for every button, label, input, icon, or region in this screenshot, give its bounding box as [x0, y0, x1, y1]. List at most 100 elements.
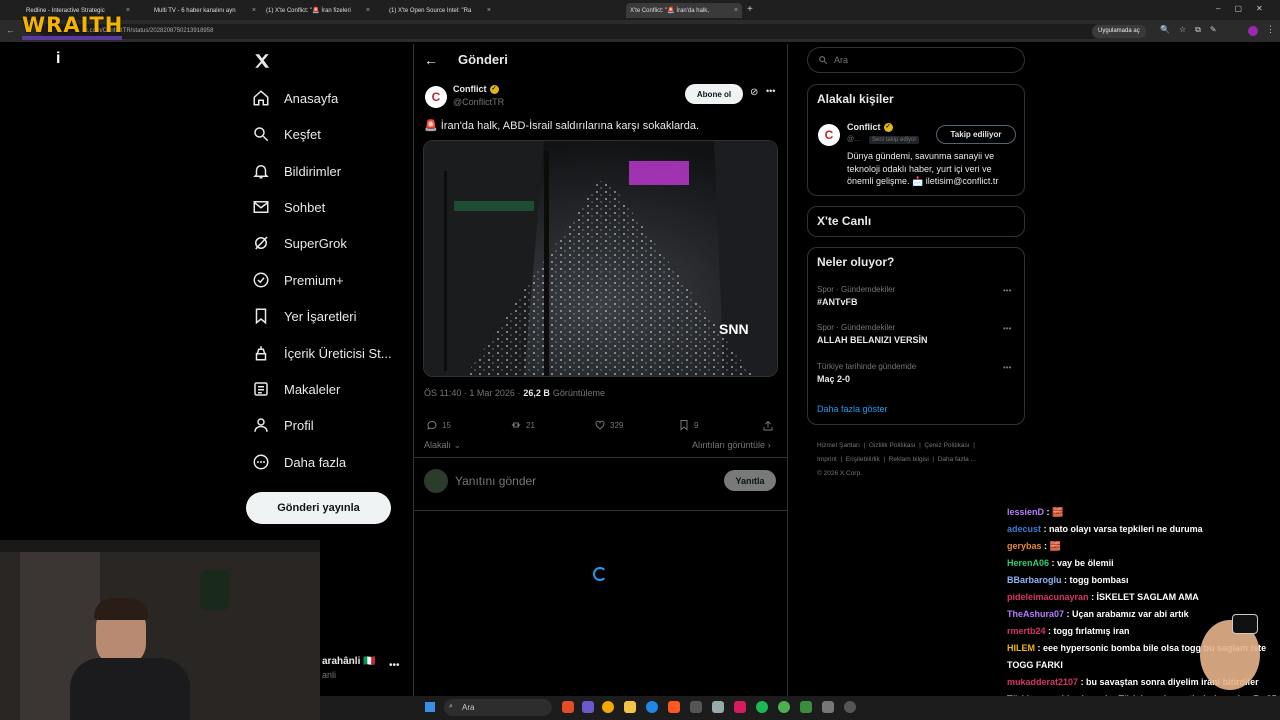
taskbar-app-icon[interactable] — [822, 701, 834, 713]
taskbar-app-icon[interactable] — [712, 701, 724, 713]
sidebar-item-explore[interactable]: Keşfet — [252, 119, 321, 149]
browser-tab[interactable]: (1) X'te Conflict: "🚨 İran fizeleri × — [262, 3, 374, 18]
following-button[interactable]: Takip ediliyor — [936, 125, 1016, 144]
footer-link[interactable]: Hizmet Şartları — [817, 442, 860, 449]
author-avatar[interactable]: C — [425, 86, 447, 108]
taskbar-search-input[interactable]: Ara — [462, 703, 474, 712]
reply-action[interactable]: 15 — [426, 419, 451, 431]
chat-username[interactable]: HerenA06 — [1007, 558, 1049, 568]
chat-username[interactable]: rmertb24 — [1007, 626, 1046, 636]
chat-username[interactable]: adecust — [1007, 524, 1041, 534]
trend-item[interactable]: Spor · Gündemdekiler #ANTvFB — [817, 285, 895, 307]
close-icon[interactable]: × — [126, 7, 130, 14]
chat-username[interactable]: gerybas — [1007, 541, 1042, 551]
new-tab-icon[interactable]: + — [747, 4, 753, 15]
sidebar-item-label: Premium+ — [284, 272, 344, 288]
chat-username[interactable]: lessienD — [1007, 507, 1044, 517]
reply-button[interactable]: Yanıtla — [724, 470, 776, 491]
trend-more-icon[interactable]: ••• — [1003, 363, 1011, 372]
sidebar-item-premium[interactable]: Premium+ — [252, 265, 344, 295]
taskbar-search[interactable]: Ara — [444, 699, 552, 716]
taskbar-app-icon[interactable] — [646, 701, 658, 713]
chat-username[interactable]: HILEM — [1007, 643, 1035, 653]
browser-toolbar-icons[interactable]: 🔍☆⧉✎ — [1160, 25, 1226, 35]
sidebar-item-supergrok[interactable]: SuperGrok — [252, 228, 347, 258]
sidebar-item-creator-studio[interactable]: İçerik Üreticisi St... — [252, 338, 392, 368]
trend-item[interactable]: Türkiye tarihinde gündemde Maç 2-0 — [817, 362, 916, 384]
reply-input[interactable]: Yanıtını gönder — [455, 474, 536, 488]
subscribe-button[interactable]: Abone ol — [685, 84, 743, 104]
repost-action[interactable]: 21 — [510, 419, 535, 431]
taskbar-app-icon[interactable] — [734, 701, 746, 713]
share-icon[interactable] — [762, 419, 774, 437]
sidebar-item-label: Daha fazla — [284, 454, 347, 470]
footer-link[interactable]: Erişilebilirlik — [846, 456, 880, 463]
show-more-link[interactable]: Daha fazla göster — [817, 404, 888, 414]
view-quotes-link[interactable]: Alıntıları görüntüle › — [692, 440, 771, 450]
sidebar-item-home[interactable]: Anasayfa — [252, 83, 338, 113]
footer-link[interactable]: Reklam bilgisi — [889, 456, 929, 463]
bookmark-action[interactable]: 9 — [678, 419, 698, 431]
close-icon[interactable]: × — [366, 7, 370, 14]
sort-dropdown[interactable]: Alakalı ⌄ — [424, 440, 461, 451]
open-in-app-button[interactable]: Uygulamada aç — [1092, 25, 1146, 38]
grok-icon[interactable]: ⊘ — [750, 87, 758, 98]
taskbar-app-icon[interactable] — [756, 701, 768, 713]
related-avatar[interactable]: C — [818, 124, 840, 146]
trend-item[interactable]: Spor · Gündemdekiler ALLAH BELANIZI VERS… — [817, 323, 928, 345]
author-handle[interactable]: @ConflictTR — [453, 97, 504, 107]
start-icon[interactable] — [425, 702, 435, 712]
sidebar-item-messages[interactable]: Sohbet — [252, 192, 325, 222]
chat-username[interactable]: BBarbaroglu — [1007, 575, 1062, 585]
taskbar-app-icon[interactable] — [582, 701, 594, 713]
author-name[interactable]: Conflict ✓ — [453, 84, 499, 94]
account-more-icon[interactable]: ••• — [389, 660, 400, 671]
footer-link[interactable]: Imprint — [817, 456, 837, 463]
more-horizontal-icon[interactable]: ••• — [766, 86, 775, 96]
close-icon[interactable]: × — [487, 7, 491, 14]
sidebar-item-more[interactable]: Daha fazla — [252, 447, 346, 477]
sidebar-item-profile[interactable]: Profil — [252, 410, 314, 440]
trend-more-icon[interactable]: ••• — [1003, 286, 1011, 295]
account-name[interactable]: arahânli 🇮🇹 — [322, 656, 376, 667]
chat-username[interactable]: mukadderat2107 — [1007, 677, 1078, 687]
back-arrow-icon[interactable]: ← — [6, 25, 15, 35]
taskbar-app-icon[interactable] — [778, 701, 790, 713]
back-arrow-icon[interactable]: ← — [424, 52, 438, 68]
profile-avatar[interactable] — [1248, 26, 1258, 36]
taskbar-app-icon[interactable] — [562, 701, 574, 713]
search-input[interactable]: Ara — [834, 55, 848, 65]
post-media[interactable]: SNN — [423, 140, 778, 377]
url-input[interactable]: x.com/ConflictTR/status/2028208750213918… — [40, 24, 1100, 39]
taskbar-app-icon[interactable] — [624, 701, 636, 713]
close-icon[interactable]: × — [252, 7, 256, 14]
browser-tab[interactable]: Multi TV - 6 haber kanalını ayn × — [150, 3, 260, 18]
close-icon[interactable]: × — [734, 7, 738, 14]
taskbar-app-icon[interactable] — [602, 701, 614, 713]
browser-tab[interactable]: (1) X'te Open Source Intel: "Ra × — [385, 3, 495, 18]
taskbar-app-icon[interactable] — [668, 701, 680, 713]
chat-username[interactable]: pideleimacunayran — [1007, 592, 1089, 602]
footer-link[interactable]: Daha fazla ... — [938, 456, 976, 463]
window-controls[interactable]: –▢✕ — [1216, 4, 1277, 13]
trend-context: Türkiye tarihinde gündemde — [817, 362, 917, 371]
chat-text: : vay be ölemii — [1051, 558, 1114, 568]
search-bar[interactable]: Ara — [807, 47, 1025, 73]
footer-link[interactable]: Gizlilik Politikası — [869, 442, 916, 449]
sidebar-item-bookmarks[interactable]: Yer İşaretleri — [252, 301, 357, 331]
x-logo-icon[interactable] — [253, 52, 271, 75]
trend-more-icon[interactable]: ••• — [1003, 324, 1011, 333]
post-button[interactable]: Gönderi yayınla — [246, 492, 391, 524]
related-name[interactable]: Conflict ✓ — [847, 122, 893, 132]
taskbar-app-icon[interactable] — [844, 701, 856, 713]
like-action[interactable]: 329 — [594, 419, 623, 431]
taskbar-app-icon[interactable] — [800, 701, 812, 713]
sidebar-item-articles[interactable]: Makaleler — [252, 374, 340, 404]
menu-kebab-icon[interactable]: ⋮ — [1266, 24, 1275, 35]
taskbar-app-icon[interactable] — [690, 701, 702, 713]
chat-username[interactable]: TheAshura07 — [1007, 609, 1064, 619]
footer-link[interactable]: Çerez Politikası — [924, 442, 969, 449]
sidebar-item-notifications[interactable]: Bildirimler — [252, 156, 341, 186]
browser-tab-active[interactable]: X'te Conflict: "🚨 İran'da halk, × — [626, 3, 742, 18]
my-avatar[interactable] — [424, 469, 448, 493]
